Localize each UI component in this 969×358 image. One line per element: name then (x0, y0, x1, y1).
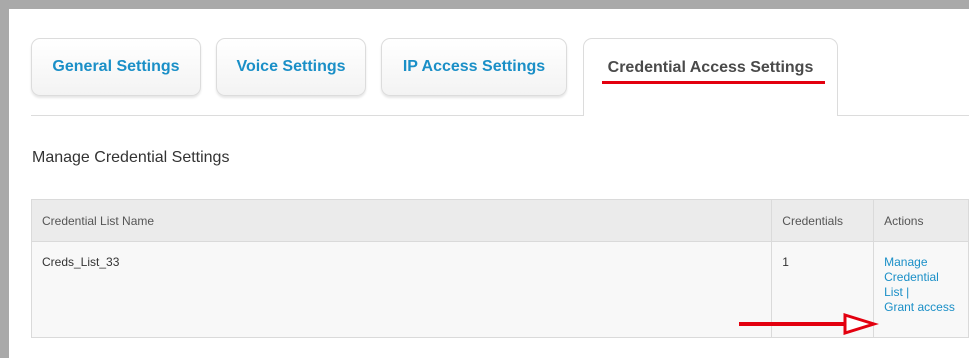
grant-access-link[interactable]: Grant access (884, 300, 955, 314)
table-header-row: Credential List Name Credentials Actions (30, 199, 969, 242)
tab-bar-divider (31, 115, 583, 116)
annotation-underline (602, 81, 825, 84)
tab-ip-access-settings[interactable]: IP Access Settings (381, 38, 567, 96)
tab-label: Credential Access Settings (607, 59, 814, 76)
column-header-actions: Actions (873, 199, 969, 242)
column-header-credentials: Credentials (771, 199, 875, 242)
link-text: List (884, 285, 903, 299)
section-title: Manage Credential Settings (32, 149, 230, 166)
tab-bar-divider (838, 115, 969, 116)
link-text: Credential (884, 270, 939, 284)
tab-label: Voice Settings (236, 58, 346, 75)
settings-panel: General Settings Voice Settings IP Acces… (9, 9, 969, 358)
tab-label: IP Access Settings (402, 58, 546, 75)
manage-credential-list-link[interactable]: Manage Credential List (884, 255, 939, 299)
right-arrow-icon (739, 313, 879, 335)
tab-voice-settings[interactable]: Voice Settings (216, 38, 366, 96)
tab-general-settings[interactable]: General Settings (31, 38, 201, 96)
actions-cell: Manage Credential List | Grant access (873, 241, 969, 338)
tab-label: General Settings (52, 58, 180, 75)
link-text: Manage (884, 255, 928, 269)
link-separator: | (906, 285, 910, 299)
tab-credential-access-settings[interactable]: Credential Access Settings (583, 38, 838, 116)
column-header-name: Credential List Name (30, 199, 773, 242)
credential-list-name: Creds_List_33 (30, 241, 773, 338)
